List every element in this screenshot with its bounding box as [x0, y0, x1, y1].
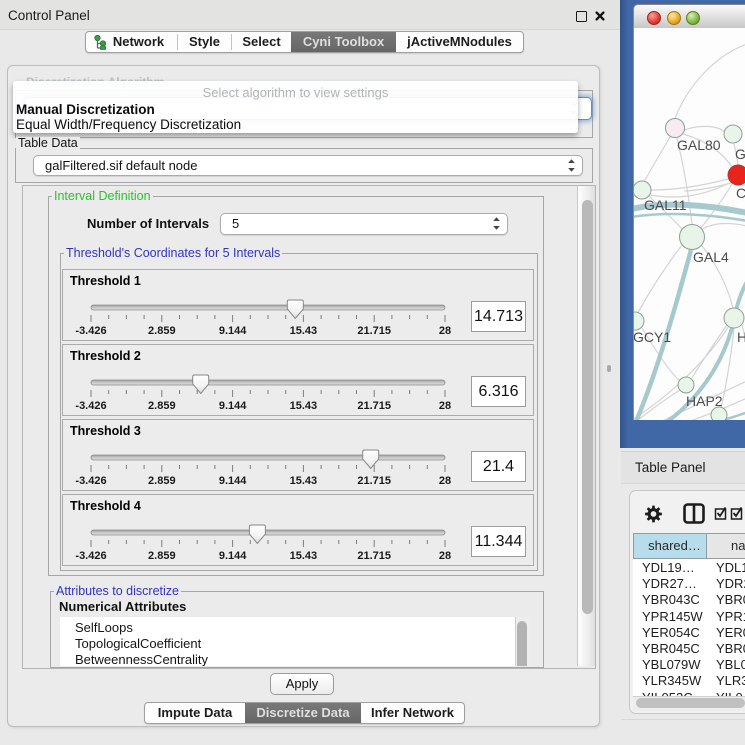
svg-text:2.859: 2.859 [148, 400, 176, 412]
svg-text:28: 28 [439, 550, 451, 562]
svg-text:15.43: 15.43 [290, 325, 318, 337]
svg-text:21.715: 21.715 [357, 325, 391, 337]
svg-text:28: 28 [439, 400, 451, 412]
svg-text:GCY1: GCY1 [634, 329, 671, 345]
svg-text:-3.426: -3.426 [75, 550, 106, 562]
svg-text:-3.426: -3.426 [75, 475, 106, 487]
svg-text:-3.426: -3.426 [75, 400, 106, 412]
svg-text:28: 28 [439, 325, 451, 337]
svg-text:GAL80: GAL80 [677, 137, 721, 153]
svg-text:9.144: 9.144 [219, 550, 247, 562]
svg-text:9.144: 9.144 [219, 325, 247, 337]
svg-text:9.144: 9.144 [219, 475, 247, 487]
svg-text:GA: GA [735, 146, 745, 162]
svg-text:-3.426: -3.426 [75, 325, 106, 337]
svg-text:21.715: 21.715 [357, 550, 391, 562]
svg-text:GAL11: GAL11 [644, 197, 687, 213]
svg-text:HAP2: HAP2 [686, 393, 723, 409]
svg-text:GAL4: GAL4 [693, 249, 729, 265]
svg-text:21.715: 21.715 [357, 475, 391, 487]
svg-text:2.859: 2.859 [148, 475, 176, 487]
svg-text:9.144: 9.144 [219, 400, 247, 412]
svg-text:15.43: 15.43 [290, 475, 318, 487]
svg-text:28: 28 [439, 475, 451, 487]
svg-text:15.43: 15.43 [290, 400, 318, 412]
svg-text:21.715: 21.715 [357, 400, 391, 412]
svg-text:C: C [736, 185, 745, 201]
svg-text:2.859: 2.859 [148, 550, 176, 562]
svg-text:2.859: 2.859 [148, 325, 176, 337]
svg-text:15.43: 15.43 [290, 550, 318, 562]
svg-text:H: H [737, 329, 745, 345]
